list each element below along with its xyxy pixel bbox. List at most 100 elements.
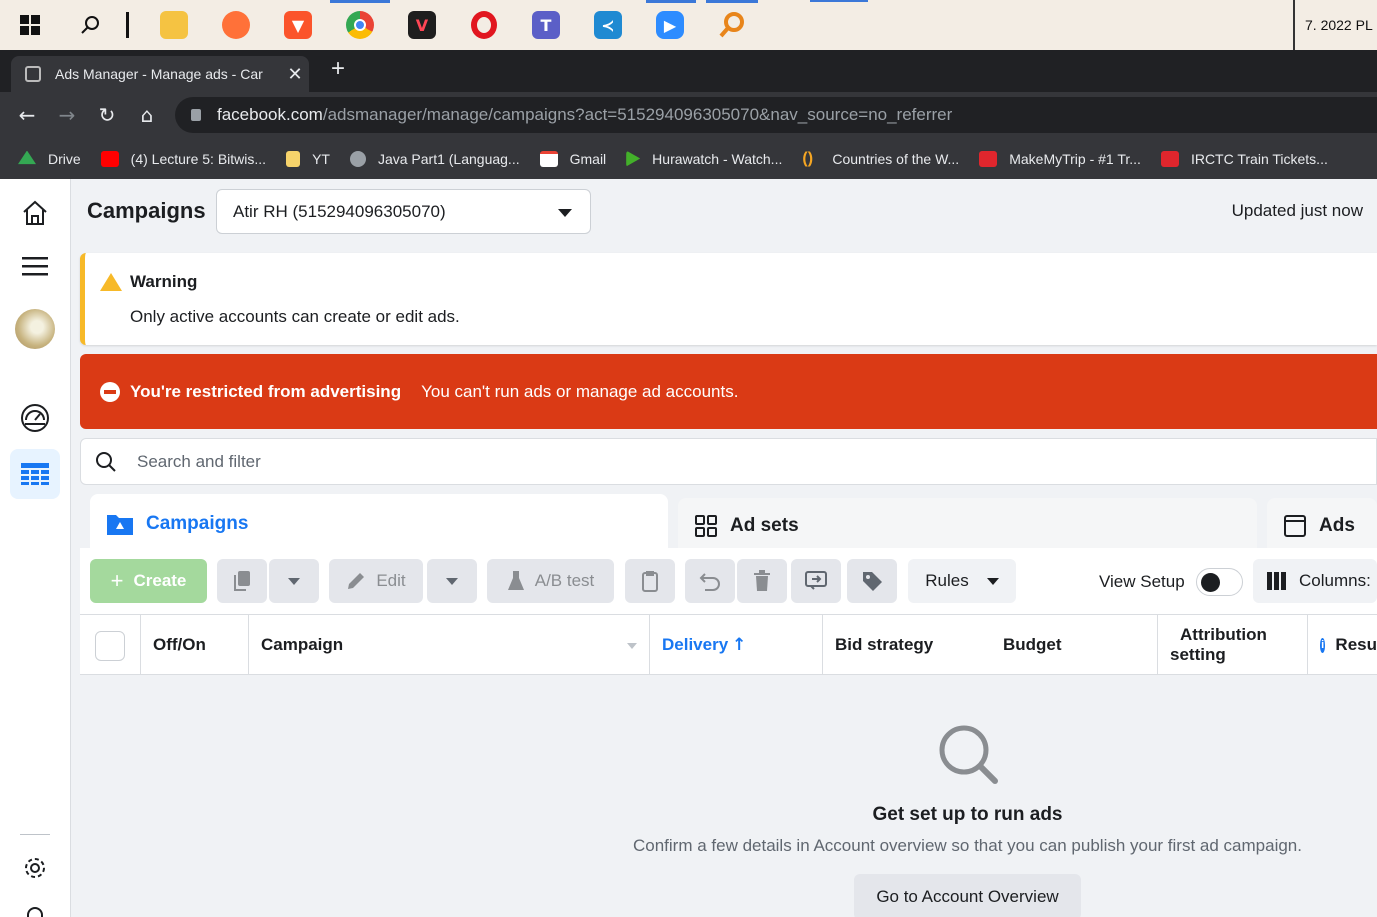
column-bid-strategy[interactable]: Bid strategy — [835, 635, 933, 655]
campaign-toolbar: + Create Edit A/B test Rules View Setup … — [80, 548, 1377, 614]
plus-icon: + — [110, 568, 124, 593]
ab-test-button[interactable]: A/B test — [487, 559, 614, 603]
column-label: Off/On — [153, 635, 206, 654]
bookmark-youtube[interactable]: (4) Lecture 5: Bitwis... — [100, 150, 266, 167]
new-tab-plus-icon[interactable]: + — [325, 57, 351, 83]
zoom-icon[interactable]: ▶ — [648, 6, 692, 44]
tab-ads[interactable]: Ads — [1267, 498, 1377, 554]
column-budget[interactable]: Budget — [1003, 635, 1062, 655]
duplicate-button[interactable] — [217, 559, 267, 603]
chevron-down-icon — [446, 577, 458, 585]
close-tab-icon[interactable]: ✕ — [281, 64, 309, 85]
ad-account-selector[interactable]: Atir RH (515294096305070) — [216, 189, 591, 234]
flask-icon — [507, 571, 524, 590]
rules-dropdown-button[interactable]: Rules — [908, 559, 1016, 603]
columns-dropdown-button[interactable]: Columns: — [1253, 559, 1377, 603]
reload-icon[interactable]: ↻ — [94, 102, 120, 128]
menu-icon[interactable] — [10, 241, 60, 291]
firefox-icon[interactable] — [214, 6, 258, 44]
chevron-down-icon — [288, 577, 300, 585]
clock-text: 7. 2022 PL — [1305, 17, 1373, 33]
system-clock[interactable]: 7. 2022 PL — [1293, 0, 1377, 50]
url-field[interactable]: facebook.com/adsmanager/manage/campaigns… — [175, 97, 1377, 133]
delete-button[interactable] — [737, 559, 787, 603]
bookmark-yt[interactable]: YT — [286, 150, 330, 167]
forward-arrow-icon[interactable]: → — [54, 102, 80, 128]
empty-state-title: Get set up to run ads — [872, 804, 1063, 825]
opera-icon[interactable] — [462, 6, 506, 44]
page-title: Campaigns — [87, 198, 206, 223]
home-icon[interactable]: ⌂ — [134, 102, 160, 128]
browser-tab-strip: Ads Manager - Manage ads - Car ✕ — [0, 50, 1377, 92]
performance-gauge-icon[interactable] — [10, 393, 60, 443]
makemytrip-icon — [1160, 150, 1179, 167]
search-filter-bar[interactable]: Search and filter — [80, 438, 1377, 485]
home-icon[interactable] — [10, 188, 60, 238]
toggle-knob — [1201, 573, 1220, 592]
chevron-down-icon — [558, 209, 572, 217]
edit-dropdown-button[interactable] — [427, 559, 477, 603]
url-host: facebook.com — [217, 105, 323, 124]
bookmark-drive[interactable]: Drive — [18, 150, 81, 167]
bookmark-gmail[interactable]: Gmail — [539, 150, 606, 167]
vscode-icon[interactable]: ≺ — [586, 6, 630, 44]
taskbar-divider — [126, 12, 129, 38]
tab-ad-sets[interactable]: Ad sets — [678, 498, 1257, 554]
brave-icon[interactable]: ▼ — [276, 6, 320, 44]
warning-icon — [100, 273, 122, 291]
column-delivery[interactable]: Delivery ↑ — [650, 615, 823, 675]
sort-caret-icon[interactable] — [627, 643, 637, 649]
create-label: Create — [133, 571, 187, 590]
teams-icon[interactable]: T — [524, 6, 568, 44]
tab-label: Ads — [1319, 515, 1355, 536]
export-button[interactable] — [791, 559, 841, 603]
search-app-icon[interactable] — [710, 6, 754, 44]
column-results[interactable]: i Resu — [1308, 615, 1377, 675]
bookmark-label: IRCTC Train Tickets... — [1190, 150, 1328, 167]
select-all-checkbox[interactable] — [95, 631, 125, 661]
pencil-icon — [348, 573, 365, 589]
create-button[interactable]: + Create — [90, 559, 207, 603]
bookmark-label: YT — [312, 150, 330, 167]
go-to-account-overview-label: Go to Account Overview — [876, 887, 1059, 906]
valorant-icon[interactable]: V — [400, 6, 444, 44]
ad-account-name: Atir RH (515294096305070) — [233, 201, 446, 221]
campaigns-table-icon[interactable] — [10, 449, 60, 499]
chrome-icon[interactable] — [338, 6, 382, 44]
browser-tab[interactable]: Ads Manager - Manage ads - Car ✕ — [11, 56, 309, 92]
tab-campaigns[interactable]: Campaigns — [90, 494, 668, 554]
active-app-indicator — [330, 0, 390, 3]
ab-test-label: A/B test — [534, 571, 595, 590]
windows-start-icon[interactable] — [8, 6, 52, 44]
duplicate-dropdown-button[interactable] — [269, 559, 319, 603]
tags-button[interactable] — [847, 559, 897, 603]
column-campaign[interactable]: Campaign — [249, 615, 650, 675]
bookmark-countries[interactable]: () Countries of the W... — [802, 150, 959, 167]
search-icon[interactable] — [68, 6, 112, 44]
lock-icon — [191, 109, 201, 121]
go-to-account-overview-button[interactable]: Go to Account Overview — [854, 874, 1081, 917]
youtube-icon — [100, 150, 119, 167]
column-off-on[interactable]: Off/On — [141, 615, 249, 675]
notifications-bell-icon[interactable] — [10, 891, 60, 917]
edit-button[interactable]: Edit — [329, 559, 423, 603]
file-explorer-icon[interactable] — [152, 6, 196, 44]
info-icon[interactable]: i — [1320, 637, 1326, 653]
bookmark-makemytrip[interactable]: MakeMyTrip - #1 Tr... — [979, 150, 1141, 167]
play-icon — [626, 150, 641, 167]
bookmark-irctc[interactable]: IRCTC Train Tickets... — [1160, 150, 1328, 167]
view-setup-toggle[interactable] — [1196, 568, 1243, 596]
active-app-indicator — [706, 0, 758, 3]
avatar[interactable] — [10, 304, 60, 354]
clipboard-button[interactable] — [625, 559, 675, 603]
bookmarks-bar: Drive (4) Lecture 5: Bitwis... YT Java P… — [0, 138, 1377, 179]
column-attribution-setting[interactable]: Attribution setting — [1158, 615, 1308, 675]
ad-sets-grid-icon — [695, 515, 717, 537]
back-arrow-icon[interactable]: ← — [14, 102, 40, 128]
tab-label: Campaigns — [146, 513, 249, 534]
duplicate-icon — [234, 571, 250, 591]
bookmark-hurawatch[interactable]: Hurawatch - Watch... — [626, 150, 782, 167]
tag-icon — [863, 572, 882, 591]
undo-button[interactable] — [685, 559, 735, 603]
bookmark-java[interactable]: Java Part1 (Languag... — [349, 150, 520, 167]
